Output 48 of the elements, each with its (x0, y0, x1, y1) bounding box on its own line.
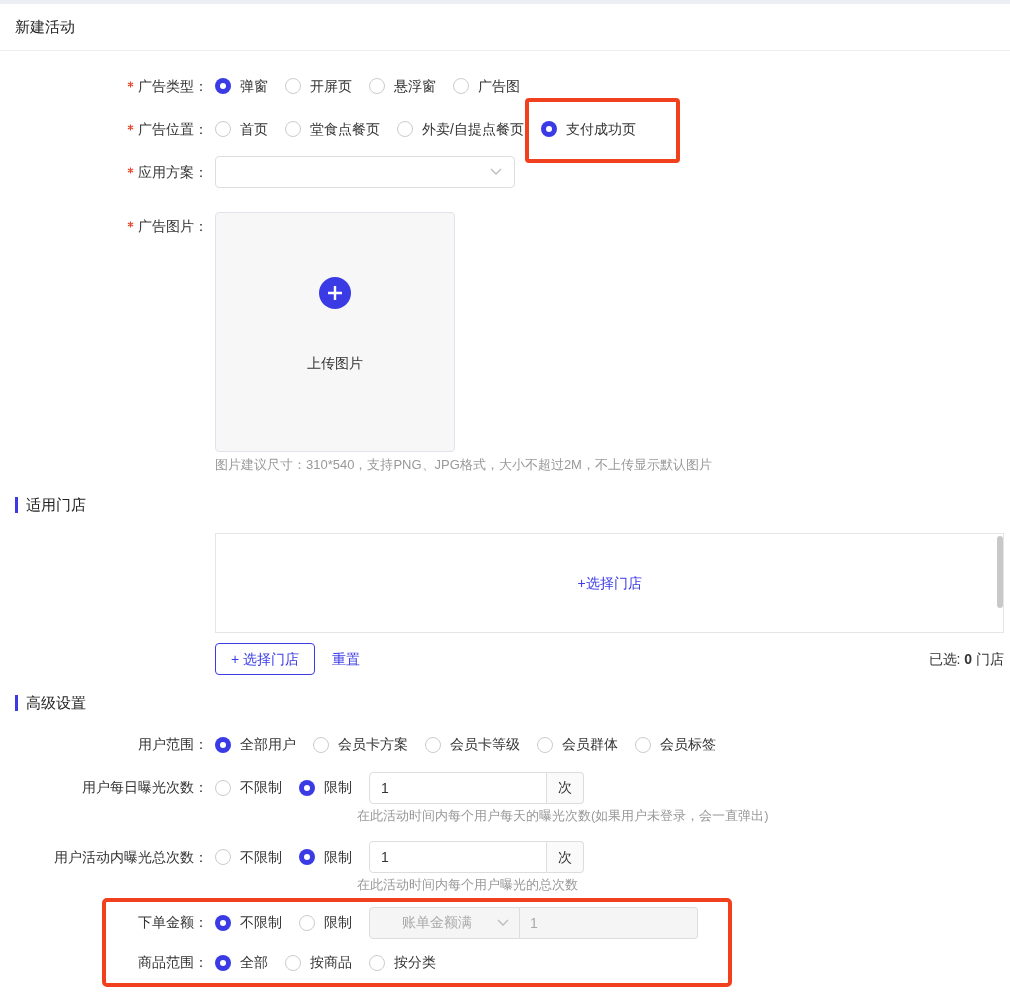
field-label: 用户每日曝光次数： (82, 778, 208, 797)
count-input[interactable]: 1 (369, 771, 547, 804)
chevron-down-icon (490, 168, 502, 176)
radio-option[interactable]: 会员群体 (537, 734, 618, 755)
hint-text: 在此活动时间内每个用户曝光的总次数 (357, 876, 579, 894)
radio-option[interactable]: 开屏页 (285, 75, 352, 97)
radio-option[interactable]: 弹窗 (215, 75, 268, 97)
field-label: 用户活动内曝光总次数： (54, 847, 208, 867)
radio-option[interactable]: 广告图 (453, 75, 520, 97)
radio-option[interactable]: 首页 (215, 118, 268, 140)
field-label: 广告类型： (138, 76, 208, 96)
field-label: 广告位置： (138, 119, 208, 139)
radio-option[interactable]: 支付成功页 (540, 118, 636, 140)
field-label: 商品范围： (138, 953, 208, 972)
unit-addon: 次 (547, 771, 584, 804)
section-heading: 高级设置 (26, 693, 86, 713)
page-title: 新建活动 (15, 16, 75, 37)
radio-option[interactable]: 会员标签 (635, 734, 716, 755)
radio-option[interactable]: 不限制 (215, 846, 282, 868)
unit-addon: 次 (547, 841, 584, 873)
field-label: 广告图片： (138, 216, 208, 236)
field-label: 应用方案： (138, 162, 208, 182)
field-label: 用户范围： (138, 735, 208, 754)
plus-icon (319, 277, 351, 309)
radio-option[interactable]: 会员卡等级 (425, 734, 520, 755)
chevron-down-icon (497, 918, 509, 927)
scrollbar[interactable] (997, 536, 1003, 608)
radio-option[interactable]: 不限制 (215, 777, 282, 798)
scheme-select[interactable] (215, 156, 515, 188)
hint-text: 图片建议尺寸：310*540，支持PNG、JPG格式，大小不超过2M，不上传显示默认图片 (215, 456, 712, 474)
select-store-link[interactable]: +选择门店 (577, 572, 642, 594)
reset-link[interactable]: 重置 (332, 648, 361, 670)
upload-label: 上传图片 (307, 354, 363, 373)
section-bar (15, 695, 18, 712)
select-store-button[interactable]: + 选择门店 (215, 643, 316, 675)
selected-count: 已选: 0 门店 (928, 649, 1004, 669)
field-label: 下单金额： (138, 913, 208, 932)
radio-option[interactable]: 限制 (299, 777, 352, 798)
upload-area[interactable]: 上传图片 (215, 212, 455, 452)
section-bar (15, 496, 18, 513)
radio-option[interactable]: 会员卡方案 (313, 734, 408, 755)
radio-option[interactable]: 悬浮窗 (369, 75, 436, 97)
radio-option[interactable]: 限制 (299, 846, 352, 868)
section-heading: 适用门店 (26, 494, 86, 515)
radio-option[interactable]: 全部用户 (215, 734, 296, 755)
count-input[interactable]: 1 (369, 841, 547, 873)
radio-option[interactable]: 堂食点餐页 (285, 118, 380, 140)
radio-option[interactable]: 外卖/自提点餐页 (397, 118, 524, 140)
